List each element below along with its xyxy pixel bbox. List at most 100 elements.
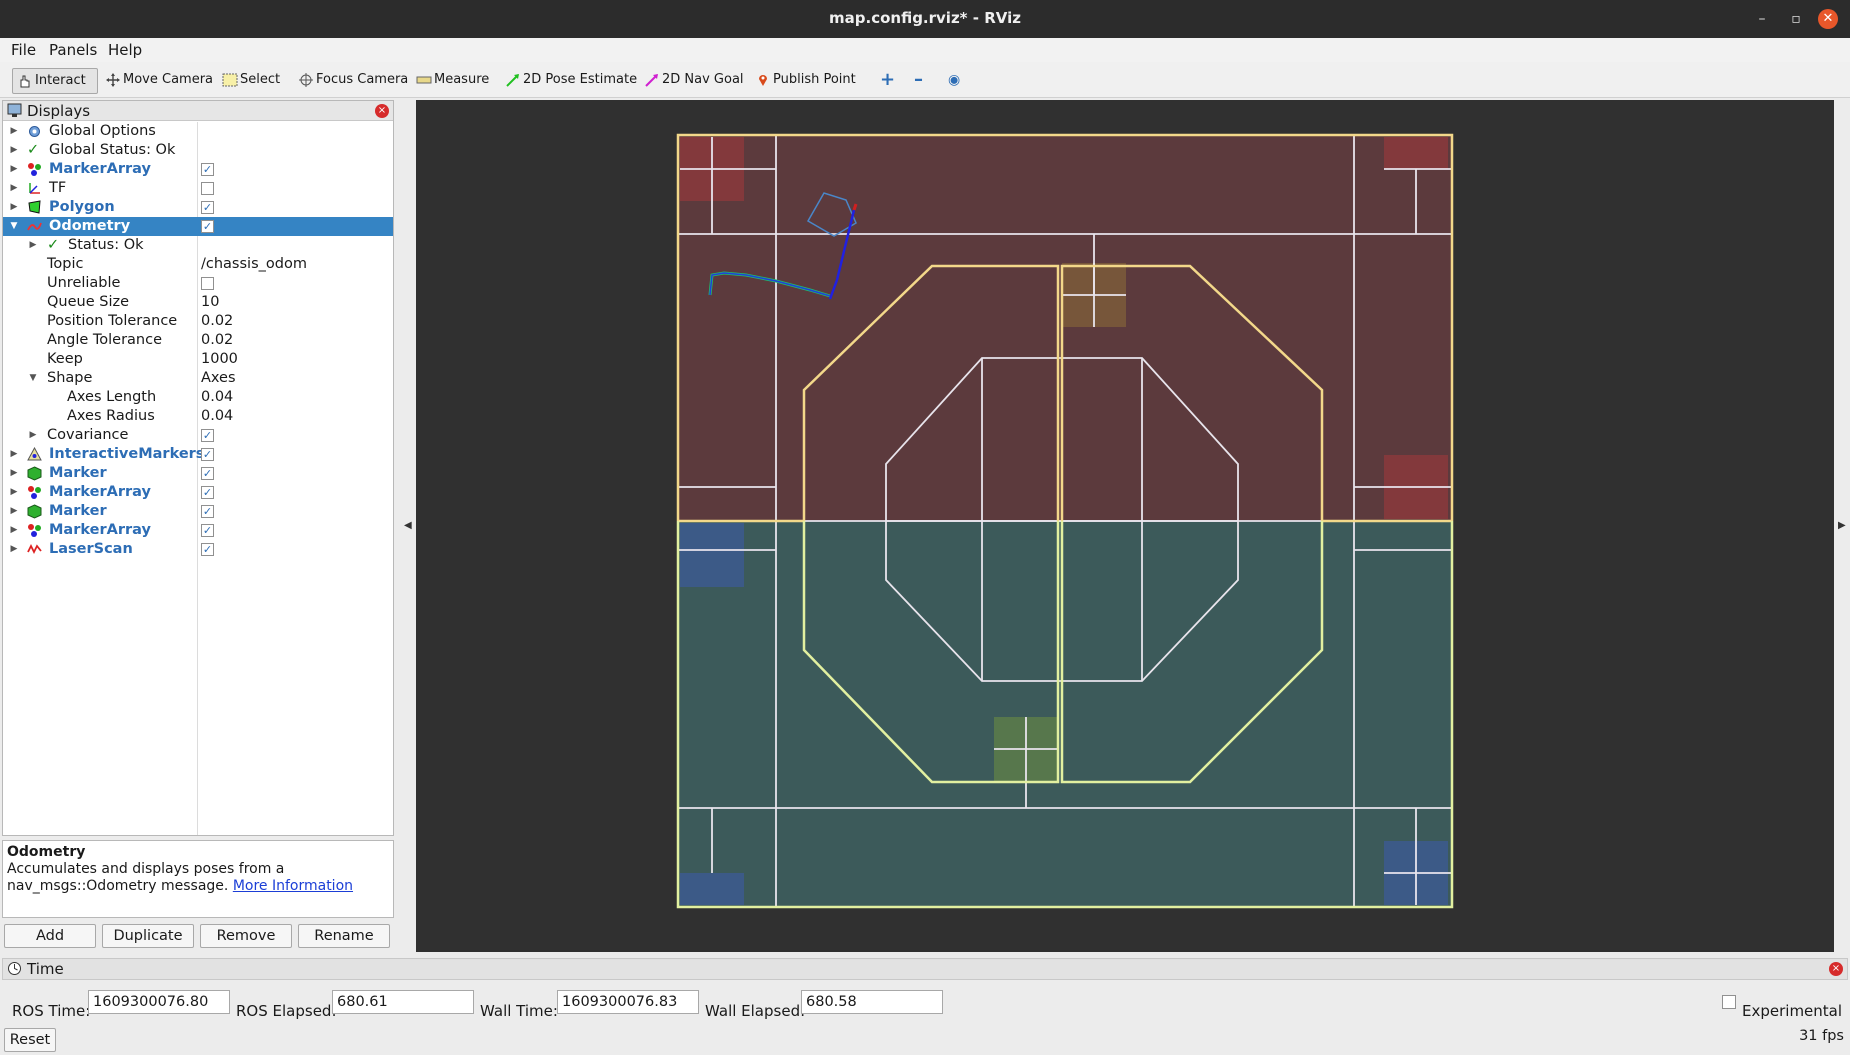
- more-information-link[interactable]: More Information: [233, 878, 353, 894]
- tree-row-tf[interactable]: ▶ TF: [3, 179, 393, 198]
- displays-close-button[interactable]: ×: [375, 104, 389, 118]
- left-splitter-arrow-icon[interactable]: ◀: [404, 520, 412, 531]
- expand-arrow-icon[interactable]: ▶: [28, 236, 38, 255]
- topic-value[interactable]: /chassis_odom: [201, 255, 307, 274]
- collapse-arrow-icon[interactable]: ▼: [9, 217, 19, 236]
- expand-arrow-icon[interactable]: ▶: [9, 160, 19, 179]
- marker-array-checkbox[interactable]: ✓: [201, 524, 214, 537]
- wall-elapsed-field[interactable]: 680.58: [801, 990, 943, 1014]
- tree-row-unreliable[interactable]: Unreliable: [3, 274, 393, 293]
- covariance-checkbox[interactable]: ✓: [201, 429, 214, 442]
- queue-size-value[interactable]: 10: [201, 293, 219, 312]
- time-close-button[interactable]: ×: [1829, 962, 1843, 976]
- expand-arrow-icon[interactable]: ▶: [9, 141, 19, 160]
- tree-row-polygon[interactable]: ▶ Polygon ✓: [3, 198, 393, 217]
- axes-radius-value[interactable]: 0.04: [201, 407, 233, 426]
- time-panel: Time × ROS Time: 1609300076.80 ROS Elaps…: [0, 958, 1850, 1055]
- tree-row-marker-1[interactable]: ▶ Marker ✓: [3, 464, 393, 483]
- remove-button[interactable]: Remove: [200, 924, 292, 948]
- wall-time-field[interactable]: 1609300076.83: [557, 990, 699, 1014]
- tree-row-topic[interactable]: Topic /chassis_odom: [3, 255, 393, 274]
- tree-row-angle-tolerance[interactable]: Angle Tolerance 0.02: [3, 331, 393, 350]
- unreliable-checkbox[interactable]: [201, 277, 214, 290]
- close-button[interactable]: ✕: [1818, 9, 1838, 29]
- minimize-button[interactable]: –: [1752, 9, 1772, 29]
- measure-tool[interactable]: Measure: [412, 68, 489, 94]
- restore-button[interactable]: ▫: [1786, 9, 1806, 29]
- menu-file[interactable]: File: [11, 41, 36, 59]
- tree-row-queue-size[interactable]: Queue Size 10: [3, 293, 393, 312]
- experimental-checkbox[interactable]: [1722, 995, 1736, 1009]
- map-scene[interactable]: [416, 100, 1834, 952]
- tree-row-global-options[interactable]: ▶ Global Options: [3, 122, 393, 141]
- marker-checkbox[interactable]: ✓: [201, 467, 214, 480]
- interactive-markers-checkbox[interactable]: ✓: [201, 448, 214, 461]
- tree-row-marker-array-1[interactable]: ▶ MarkerArray ✓: [3, 160, 393, 179]
- remove-tool-button[interactable]: –: [910, 68, 923, 94]
- right-splitter-arrow-icon[interactable]: ▶: [1838, 520, 1846, 531]
- tree-row-status[interactable]: ▶ ✓ Status: Ok: [3, 236, 393, 255]
- marker-checkbox[interactable]: ✓: [201, 505, 214, 518]
- move-camera-tool[interactable]: Move Camera: [101, 68, 213, 94]
- pose-estimate-tool[interactable]: 2D Pose Estimate: [501, 68, 637, 94]
- toolbar: Interact Move Camera Select Focus Camera…: [0, 62, 1850, 98]
- expand-arrow-icon[interactable]: ▶: [9, 464, 19, 483]
- expand-arrow-icon[interactable]: ▶: [28, 426, 38, 445]
- add-tool-button[interactable]: +: [876, 68, 895, 94]
- laser-scan-label: LaserScan: [49, 541, 133, 557]
- select-tool[interactable]: Select: [218, 68, 280, 94]
- move-camera-label: Move Camera: [123, 72, 214, 87]
- marker-array-checkbox[interactable]: ✓: [201, 486, 214, 499]
- tree-row-axes-length[interactable]: Axes Length 0.04: [3, 388, 393, 407]
- expand-arrow-icon[interactable]: ▶: [9, 521, 19, 540]
- expand-arrow-icon[interactable]: ▶: [9, 122, 19, 141]
- angle-tolerance-value[interactable]: 0.02: [201, 331, 233, 350]
- axes-length-value[interactable]: 0.04: [201, 388, 233, 407]
- expand-arrow-icon[interactable]: ▶: [9, 483, 19, 502]
- duplicate-button[interactable]: Duplicate: [102, 924, 194, 948]
- keep-value[interactable]: 1000: [201, 350, 238, 369]
- render-viewport[interactable]: [416, 100, 1834, 952]
- tree-row-interactive-markers[interactable]: ▶ InteractiveMarkers ✓: [3, 445, 393, 464]
- add-button[interactable]: Add: [4, 924, 96, 948]
- nav-goal-tool[interactable]: 2D Nav Goal: [640, 68, 744, 94]
- tf-checkbox[interactable]: [201, 182, 214, 195]
- collapse-arrow-icon[interactable]: ▼: [28, 369, 38, 388]
- tree-row-global-status[interactable]: ▶ ✓ Global Status: Ok: [3, 141, 393, 160]
- expand-arrow-icon[interactable]: ▶: [9, 502, 19, 521]
- laser-scan-checkbox[interactable]: ✓: [201, 543, 214, 556]
- shape-label: Shape: [47, 370, 93, 386]
- ros-time-field[interactable]: 1609300076.80: [88, 990, 230, 1014]
- expand-arrow-icon[interactable]: ▶: [9, 198, 19, 217]
- expand-arrow-icon[interactable]: ▶: [9, 179, 19, 198]
- ros-elapsed-field[interactable]: 680.61: [332, 990, 474, 1014]
- tree-row-shape[interactable]: ▼ Shape Axes: [3, 369, 393, 388]
- tree-row-covariance[interactable]: ▶ Covariance ✓: [3, 426, 393, 445]
- menu-help[interactable]: Help: [108, 41, 142, 59]
- map-teal-region: [678, 521, 1452, 907]
- tree-row-laser-scan[interactable]: ▶ LaserScan ✓: [3, 540, 393, 559]
- gear-icon: [29, 126, 40, 137]
- expand-arrow-icon[interactable]: ▶: [9, 540, 19, 559]
- tree-row-position-tolerance[interactable]: Position Tolerance 0.02: [3, 312, 393, 331]
- marker-array-checkbox[interactable]: ✓: [201, 163, 214, 176]
- tree-row-keep[interactable]: Keep 1000: [3, 350, 393, 369]
- rename-button[interactable]: Rename: [298, 924, 390, 948]
- expand-arrow-icon[interactable]: ▶: [9, 445, 19, 464]
- focus-camera-tool[interactable]: Focus Camera: [294, 68, 408, 94]
- marker-array-icon: [28, 524, 41, 537]
- tree-row-axes-radius[interactable]: Axes Radius 0.04: [3, 407, 393, 426]
- reset-button[interactable]: Reset: [4, 1028, 56, 1052]
- tree-row-marker-array-3[interactable]: ▶ MarkerArray ✓: [3, 521, 393, 540]
- menu-panels[interactable]: Panels: [49, 41, 97, 59]
- publish-point-tool[interactable]: Publish Point: [751, 68, 856, 94]
- interact-tool[interactable]: Interact: [12, 68, 98, 94]
- tree-row-marker-array-2[interactable]: ▶ MarkerArray ✓: [3, 483, 393, 502]
- polygon-checkbox[interactable]: ✓: [201, 201, 214, 214]
- position-tolerance-value[interactable]: 0.02: [201, 312, 233, 331]
- tree-row-odometry[interactable]: ▼ Odometry ✓: [3, 217, 393, 236]
- shape-value[interactable]: Axes: [201, 369, 236, 388]
- tree-row-marker-2[interactable]: ▶ Marker ✓: [3, 502, 393, 521]
- odometry-checkbox[interactable]: ✓: [201, 220, 214, 233]
- view-options-button[interactable]: ◉: [944, 68, 960, 94]
